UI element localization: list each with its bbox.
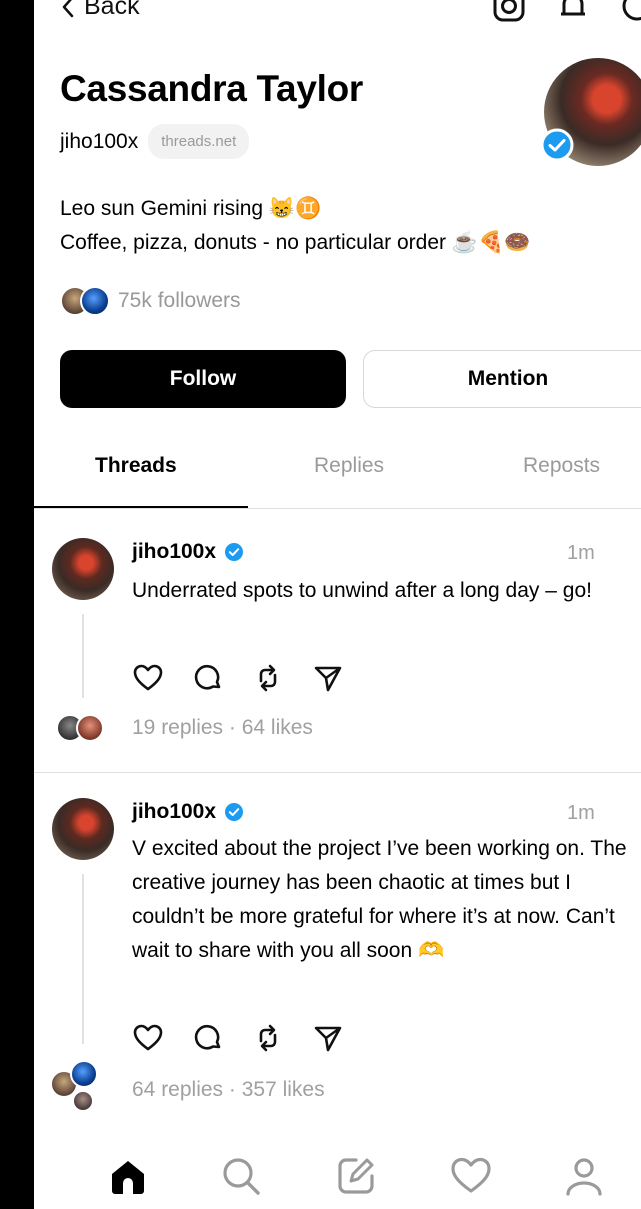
bottom-nav (34, 1140, 641, 1209)
comment-icon[interactable] (192, 1022, 224, 1054)
bio-line-1: Leo sun Gemini rising 😸♊ (60, 197, 322, 220)
heart-icon[interactable] (132, 662, 164, 694)
verified-badge-icon (225, 543, 244, 561)
repost-icon[interactable] (252, 662, 284, 694)
reply-avatars (56, 714, 104, 742)
post-avatar[interactable] (52, 538, 114, 600)
thread-line (82, 614, 84, 698)
tab-threads[interactable]: Threads (95, 454, 177, 478)
reply-avatar (70, 1060, 98, 1088)
verified-badge-icon (540, 128, 574, 162)
bio-line-2: Coffee, pizza, donuts - no particular or… (60, 231, 531, 254)
active-tab-indicator (34, 506, 248, 508)
followers-count: 75k followers (118, 289, 241, 312)
verified-badge-icon (225, 803, 244, 821)
post-actions (132, 662, 344, 694)
heart-icon[interactable] (132, 1022, 164, 1054)
share-icon[interactable] (312, 662, 344, 694)
activity-heart-icon[interactable] (449, 1154, 493, 1198)
follower-avatar (80, 286, 110, 316)
left-black-strip (0, 0, 34, 1209)
instagram-icon[interactable] (491, 0, 527, 24)
post-stats[interactable]: 19 replies · 64 likes (132, 716, 313, 740)
tab-replies[interactable]: Replies (314, 454, 384, 478)
profile-icon[interactable] (562, 1154, 606, 1198)
search-icon[interactable] (219, 1154, 263, 1198)
profile-handle: jiho100x (60, 129, 139, 153)
follow-button[interactable]: Follow (60, 350, 346, 408)
post-text: Underrated spots to unwind after a long … (132, 579, 592, 602)
profile-tabs: Threads Replies Reposts (34, 440, 641, 509)
chevron-left-icon (62, 0, 74, 17)
profile-name: Cassandra Taylor (60, 68, 363, 109)
profile-bio: Leo sun Gemini rising 😸♊ Coffee, pizza, … (60, 192, 530, 260)
post-text: V excited about the project I’ve been wo… (132, 837, 627, 962)
share-icon[interactable] (312, 1022, 344, 1054)
repost-icon[interactable] (252, 1022, 284, 1054)
reply-avatar (76, 714, 104, 742)
comment-icon[interactable] (192, 662, 224, 694)
notifications-icon[interactable] (555, 0, 591, 24)
post-avatar[interactable] (52, 798, 114, 860)
post-stats[interactable]: 64 replies · 357 likes (132, 1078, 325, 1102)
compose-icon[interactable] (334, 1154, 378, 1198)
top-icons (491, 0, 641, 24)
post-author[interactable]: jiho100x (132, 540, 244, 564)
domain-badge[interactable]: threads.net (148, 124, 250, 159)
post-time: 1m (567, 542, 595, 564)
post-actions (132, 1022, 344, 1054)
reply-avatars (50, 1060, 100, 1112)
back-button[interactable]: Back (60, 0, 140, 21)
tab-reposts[interactable]: Reposts (523, 454, 600, 478)
followers-row[interactable]: 75k followers (60, 286, 241, 316)
menu-icon[interactable] (619, 0, 641, 24)
post-author[interactable]: jiho100x (132, 800, 244, 824)
mention-button[interactable]: Mention (363, 350, 641, 408)
back-label: Back (84, 0, 140, 20)
top-bar: Back (34, 0, 641, 30)
reply-avatar (72, 1090, 94, 1112)
post-divider (34, 772, 641, 773)
handle-row: jiho100x threads.net (60, 124, 250, 159)
thread-line (82, 874, 84, 1044)
post-time: 1m (567, 802, 595, 824)
post-author-name: jiho100x (132, 540, 217, 563)
post-author-name: jiho100x (132, 800, 217, 823)
profile-page: Back Cassandra Taylor jiho100x threads.n… (34, 0, 641, 1209)
home-icon[interactable] (106, 1154, 150, 1198)
